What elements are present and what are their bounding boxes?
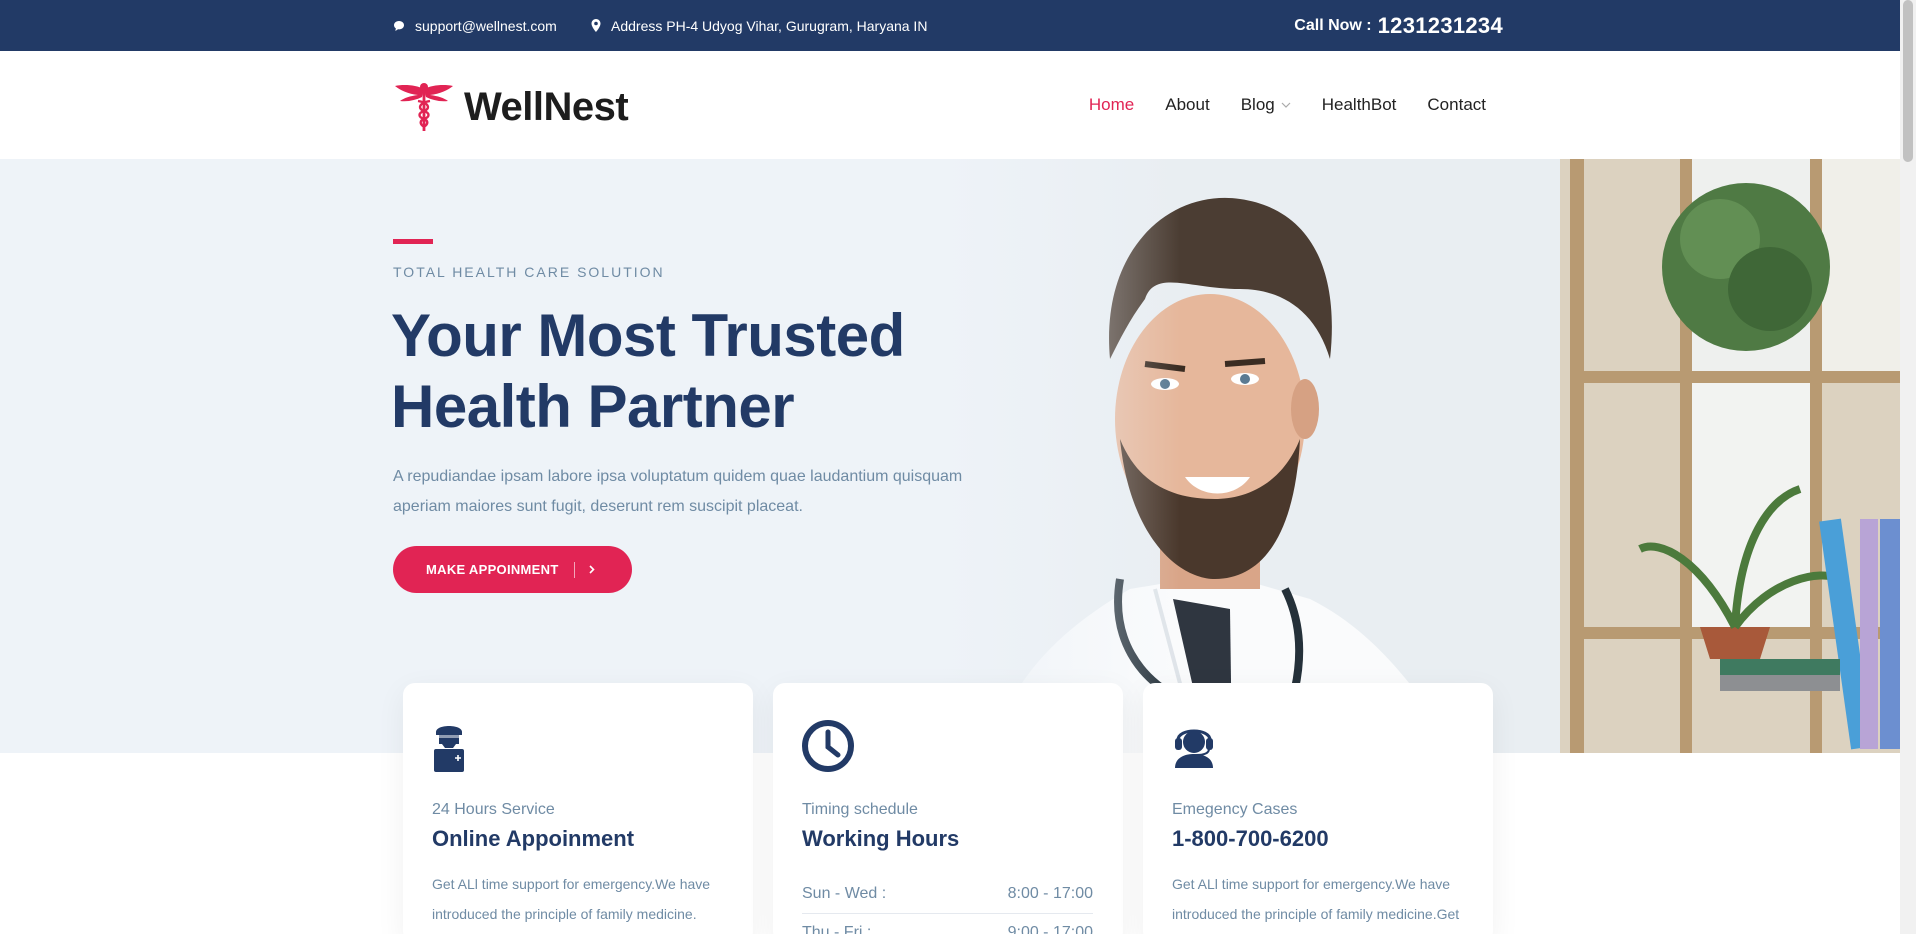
chat-bubble-icon <box>394 20 404 31</box>
nav-blog[interactable]: Blog <box>1241 95 1291 115</box>
schedule-days: Thu - Fri : <box>802 923 872 934</box>
schedule-hours: 9:00 - 17:00 <box>1007 923 1093 934</box>
call-label: Call Now : <box>1294 16 1372 34</box>
card-title: Online Appoinment <box>432 826 635 851</box>
topbar-address-text: Address PH-4 Udyog Vihar, Gurugram, Hary… <box>611 17 928 34</box>
schedule-row: Sun - Wed : 8:00 - 17:00 <box>802 875 1093 913</box>
topbar-email-text: support@wellnest.com <box>415 17 557 34</box>
call-number[interactable]: 1231231234 <box>1378 13 1503 39</box>
nav-healthbot[interactable]: HealthBot <box>1322 95 1397 115</box>
cta-label: MAKE APPOINMENT <box>426 562 559 577</box>
chevron-right-icon <box>589 565 595 574</box>
support-agent-icon <box>1175 729 1213 768</box>
topbar-call[interactable]: Call Now : 1231231234 <box>1294 0 1503 51</box>
topbar-email[interactable]: support@wellnest.com <box>393 0 557 51</box>
hero-title: Your Most Trusted Health Partner <box>391 302 905 440</box>
card-title: Working Hours <box>802 826 960 851</box>
make-appointment-button[interactable]: MAKE APPOINMENT <box>393 546 632 593</box>
card-subtitle: 24 Hours Service <box>432 801 555 818</box>
nav-blog-label: Blog <box>1240 95 1275 114</box>
card-subtitle: Timing schedule <box>802 801 918 818</box>
scrollbar-thumb[interactable] <box>1903 0 1913 162</box>
card-text: Get ALl time support for emergency.We ha… <box>1172 876 1460 922</box>
top-info-bar: support@wellnest.com Address PH-4 Udyog … <box>0 0 1900 51</box>
card-title: 1-800-700-6200 <box>1172 826 1329 851</box>
feature-card-working-hours: Timing schedule Working Hours Sun - Wed … <box>773 683 1123 934</box>
hero-text: A repudiandae ipsam labore ipsa voluptat… <box>393 468 963 515</box>
card-subtitle: Emegency Cases <box>1172 801 1298 818</box>
nav-contact[interactable]: Contact <box>1427 95 1486 115</box>
feature-card-appointment: 24 Hours Service Online Appoinment Get A… <box>403 683 753 934</box>
site-header: WellNest Home About Blog HealthBot Conta… <box>0 51 1900 159</box>
brand-name: WellNest <box>464 84 629 129</box>
chevron-down-icon <box>1281 102 1291 108</box>
hero-section: TOTAL HEALTH CARE SOLUTION Your Most Tru… <box>0 159 1900 753</box>
page-scrollbar[interactable] <box>1900 0 1916 934</box>
caduceus-logo-icon <box>395 83 453 131</box>
feature-card-emergency: Emegency Cases 1-800-700-6200 Get ALl ti… <box>1143 683 1493 934</box>
main-nav: Home About Blog HealthBot Contact <box>1058 51 1486 159</box>
map-pin-icon <box>591 19 601 32</box>
card-text: Get ALl time support for emergency.We ha… <box>432 876 711 922</box>
schedule-days: Sun - Wed : <box>802 885 887 902</box>
clock-icon <box>802 720 854 772</box>
nav-home[interactable]: Home <box>1089 95 1134 115</box>
hero-divider <box>393 239 433 244</box>
schedule-hours: 8:00 - 17:00 <box>1007 885 1093 902</box>
topbar-address: Address PH-4 Udyog Vihar, Gurugram, Hary… <box>591 0 927 51</box>
cta-separator <box>573 561 575 578</box>
logo[interactable]: WellNest <box>394 81 629 133</box>
hero-kicker: TOTAL HEALTH CARE SOLUTION <box>393 264 665 280</box>
schedule-row: Thu - Fri : 9:00 - 17:00 <box>802 913 1093 934</box>
doctor-hero-image <box>940 159 1900 753</box>
schedule-list: Sun - Wed : 8:00 - 17:00 Thu - Fri : 9:0… <box>802 875 1093 934</box>
surgeon-icon <box>434 726 464 772</box>
nav-about[interactable]: About <box>1165 95 1209 115</box>
